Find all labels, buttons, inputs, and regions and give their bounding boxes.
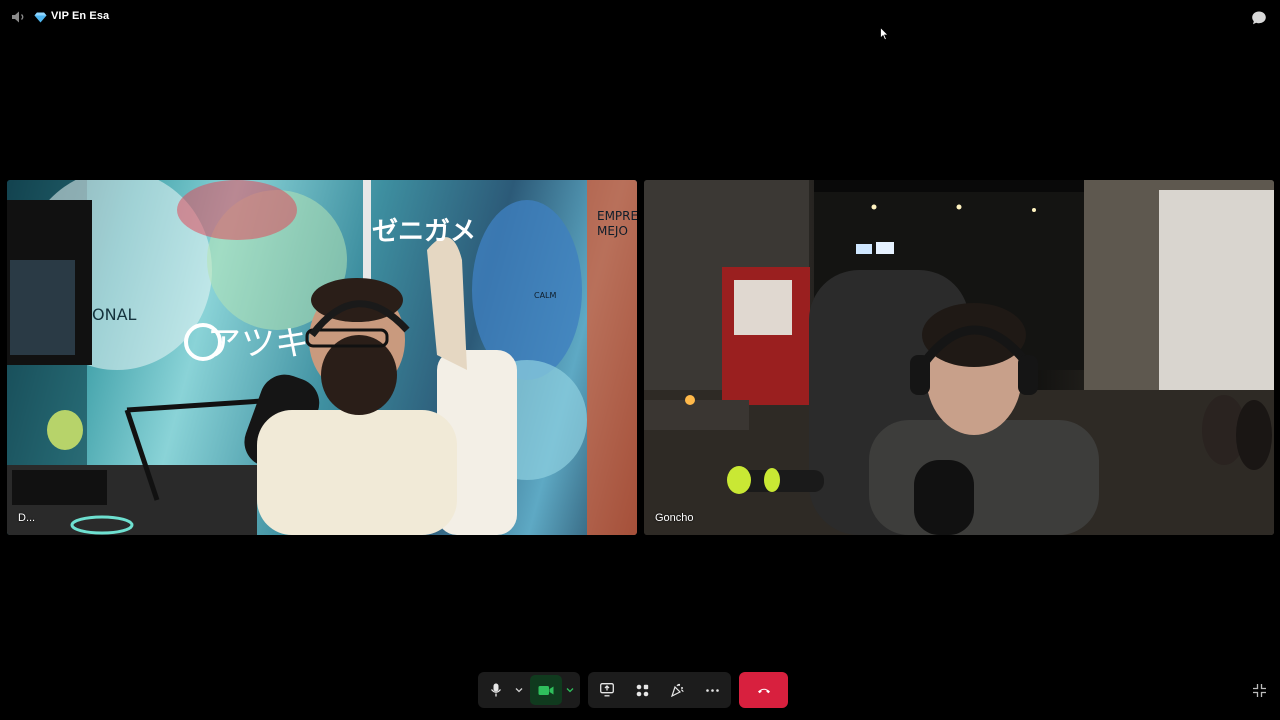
video-tile-participant-2[interactable]: Goncho	[644, 180, 1274, 535]
video-feed-participant-2	[644, 180, 1274, 535]
collapse-icon[interactable]	[1252, 683, 1267, 698]
chevron-down-icon	[515, 688, 523, 693]
end-call-icon	[757, 688, 770, 693]
video-tile-participant-1[interactable]: ゼニガメ アツキ ONAL EMPRE MEJO CALM D...	[7, 180, 637, 535]
microphone-icon	[490, 683, 502, 697]
mural-text-atsuki: アツキ	[207, 324, 309, 364]
chevron-down-icon	[566, 688, 574, 693]
reactions-button[interactable]	[664, 672, 690, 708]
participant-name-label: Goncho	[655, 512, 694, 524]
gem-icon	[34, 12, 47, 23]
participant-name-label: D...	[18, 512, 36, 524]
media-controls-group	[478, 672, 580, 708]
chat-icon[interactable]	[1251, 10, 1267, 26]
mural-text-mejo: MEJO	[597, 224, 628, 238]
call-actions-group	[588, 672, 731, 708]
video-feed-participant-1: ゼニガメ アツキ ONAL EMPRE MEJO CALM	[7, 180, 637, 535]
top-bar: VIP En Esa	[0, 0, 1280, 41]
speaker-muted-icon[interactable]	[11, 10, 27, 24]
room-title: VIP En Esa	[51, 10, 110, 22]
camera-icon	[538, 685, 554, 695]
mural-text-onal: ONAL	[92, 305, 137, 324]
camera-button[interactable]	[530, 675, 562, 705]
end-call-button[interactable]	[739, 672, 788, 708]
share-screen-icon	[600, 683, 614, 697]
mouse-cursor-icon	[880, 27, 889, 41]
camera-options-button[interactable]	[562, 672, 578, 708]
reactions-icon	[671, 683, 684, 697]
mural-text-empre: EMPRE	[597, 209, 637, 223]
mural-text-zenigame: ゼニガメ	[372, 217, 476, 247]
apps-icon	[636, 684, 648, 696]
microphone-options-button[interactable]	[511, 672, 527, 708]
mural-text-calm: CALM	[534, 291, 557, 300]
more-icon	[705, 688, 719, 692]
share-screen-button[interactable]	[594, 672, 620, 708]
microphone-button[interactable]	[484, 672, 508, 708]
more-options-button[interactable]	[699, 672, 725, 708]
apps-button[interactable]	[629, 672, 655, 708]
